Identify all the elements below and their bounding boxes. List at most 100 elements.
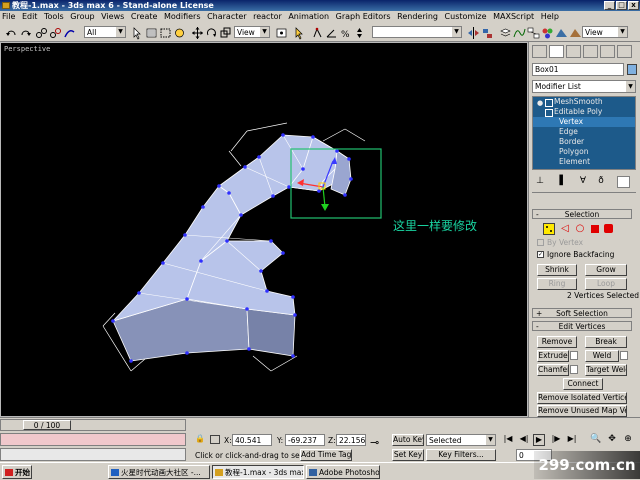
play-icon[interactable]: ▶ xyxy=(533,434,545,446)
stack-item-edge[interactable]: Edge xyxy=(533,127,635,137)
set-key-button[interactable]: Set Key xyxy=(392,449,424,461)
maximize-button[interactable]: □ xyxy=(616,1,627,10)
window-crossing-icon[interactable] xyxy=(172,25,185,39)
pan-icon[interactable]: ✥ xyxy=(606,434,618,446)
menu-customize[interactable]: Customize xyxy=(443,11,489,23)
menu-maxscript[interactable]: MAXScript xyxy=(491,11,536,23)
break-button[interactable]: Break xyxy=(585,336,627,348)
perspective-viewport[interactable]: Perspective 这里一样要修改 xyxy=(0,42,528,417)
menu-views[interactable]: Views xyxy=(99,11,126,23)
menu-animation[interactable]: Animation xyxy=(286,11,331,23)
menu-file[interactable]: File xyxy=(0,11,17,23)
menu-tools[interactable]: Tools xyxy=(42,11,66,23)
align-icon[interactable] xyxy=(480,25,493,39)
snap-toggle-icon[interactable] xyxy=(310,25,323,39)
menu-help[interactable]: Help xyxy=(539,11,561,23)
maxscript-output[interactable] xyxy=(0,448,186,461)
menu-rendering[interactable]: Rendering xyxy=(395,11,440,23)
ring-button[interactable]: Ring xyxy=(537,278,577,290)
soft-selection-rollout[interactable]: + Soft Selection xyxy=(532,308,632,318)
x-coordinate-field[interactable]: 40.541 xyxy=(232,434,272,446)
minimize-button[interactable]: _ xyxy=(604,1,615,10)
scale-icon[interactable] xyxy=(218,25,231,39)
select-by-name-icon[interactable] xyxy=(144,25,157,39)
render-type-dropdown[interactable]: View ▼ xyxy=(582,26,628,38)
show-end-result-icon[interactable]: ▌ xyxy=(557,176,569,188)
select-object-icon[interactable] xyxy=(130,25,143,40)
mirror-icon[interactable] xyxy=(466,25,479,39)
object-color-swatch[interactable] xyxy=(627,64,637,75)
motion-tab-icon[interactable] xyxy=(583,45,598,58)
unlink-icon[interactable] xyxy=(48,25,61,39)
pivot-center-icon[interactable] xyxy=(274,25,287,39)
remove-button[interactable]: Remove xyxy=(537,336,577,348)
remove-isolated-vertices-button[interactable]: Remove Isolated Vertices xyxy=(537,392,627,404)
edge-mode-icon[interactable]: ◁ xyxy=(559,223,571,235)
angle-snap-icon[interactable] xyxy=(324,25,337,39)
target-weld-button[interactable]: Target Weld xyxy=(585,364,627,376)
grow-button[interactable]: Grow xyxy=(585,264,627,276)
expand-icon[interactable] xyxy=(545,99,553,107)
utilities-tab-icon[interactable] xyxy=(617,45,632,58)
layer-manager-icon[interactable] xyxy=(498,25,511,39)
select-link-icon[interactable] xyxy=(34,25,47,39)
make-unique-icon[interactable]: ∀ xyxy=(577,176,589,188)
stack-item-border[interactable]: Border xyxy=(533,137,635,147)
key-mode-dropdown[interactable]: Selected ▼ xyxy=(426,434,496,446)
by-vertex-checkbox[interactable] xyxy=(537,239,544,246)
redo-icon[interactable] xyxy=(18,25,31,39)
region-select-icon[interactable] xyxy=(158,25,171,39)
maxscript-listener[interactable] xyxy=(0,433,186,446)
stack-item-polygon[interactable]: Polygon xyxy=(533,147,635,157)
go-to-start-icon[interactable]: |◀ xyxy=(502,434,514,446)
hierarchy-tab-icon[interactable] xyxy=(566,45,581,58)
configure-modifier-sets-icon[interactable] xyxy=(617,176,630,188)
task-photoshop[interactable]: Adobe Photoshop xyxy=(306,465,380,479)
remove-unused-map-verts-button[interactable]: Remove Unused Map Verts xyxy=(537,405,627,417)
loop-button[interactable]: Loop xyxy=(585,278,627,290)
spinner-snap-icon[interactable] xyxy=(352,25,365,39)
menu-group[interactable]: Group xyxy=(68,11,96,23)
polygon-mode-icon[interactable] xyxy=(591,225,599,233)
start-button[interactable]: 开始 xyxy=(2,465,32,479)
menu-edit[interactable]: Edit xyxy=(20,11,40,23)
bind-spacewarp-icon[interactable] xyxy=(62,25,75,39)
menu-character[interactable]: Character xyxy=(205,11,249,23)
percent-snap-icon[interactable]: % xyxy=(338,25,351,40)
curve-editor-icon[interactable] xyxy=(512,25,526,39)
menu-modifiers[interactable]: Modifiers xyxy=(162,11,203,23)
remove-modifier-icon[interactable]: ð xyxy=(595,176,607,188)
stack-item-editable-poly[interactable]: Editable Poly xyxy=(533,107,635,117)
weld-button[interactable]: Weld xyxy=(585,350,619,362)
modify-tab-icon[interactable] xyxy=(549,45,564,58)
z-coordinate-field[interactable]: 22.156 xyxy=(336,434,366,446)
display-tab-icon[interactable] xyxy=(600,45,615,58)
absolute-mode-icon[interactable] xyxy=(210,435,220,444)
object-name-field[interactable]: Box01 xyxy=(532,63,624,76)
menu-create[interactable]: Create xyxy=(129,11,160,23)
schematic-view-icon[interactable] xyxy=(526,25,540,39)
vertex-mode-icon[interactable] xyxy=(543,223,555,235)
go-to-end-icon[interactable]: ▶| xyxy=(566,434,578,446)
modifier-list-dropdown[interactable]: Modifier List ▼ xyxy=(532,80,636,93)
time-slider[interactable]: 0 / 100 xyxy=(0,419,186,431)
reference-coordinate-dropdown[interactable]: View ▼ xyxy=(234,26,270,38)
material-editor-icon[interactable] xyxy=(540,25,553,39)
task-3dsmax[interactable]: 教程-1.max - 3ds max 6 ... xyxy=(212,465,304,479)
auto-key-button[interactable]: Auto Key xyxy=(392,434,424,446)
time-slider-thumb[interactable]: 0 / 100 xyxy=(23,420,71,430)
rotate-icon[interactable] xyxy=(204,25,217,39)
undo-icon[interactable] xyxy=(4,25,17,39)
border-mode-icon[interactable]: ○ xyxy=(574,223,586,235)
zoom-icon[interactable]: 🔍 xyxy=(590,434,602,446)
pin-stack-icon[interactable]: ⊥ xyxy=(534,176,546,188)
chamfer-settings-button[interactable] xyxy=(570,365,578,374)
selection-filter-dropdown[interactable]: All ▼ xyxy=(84,26,126,38)
next-frame-icon[interactable]: |▶ xyxy=(550,434,562,446)
stack-item-vertex[interactable]: Vertex xyxy=(533,117,635,127)
key-filters-button[interactable]: Key Filters... xyxy=(426,449,496,461)
close-button[interactable]: x xyxy=(628,1,639,10)
previous-frame-icon[interactable]: ◀| xyxy=(518,434,530,446)
weld-settings-button[interactable] xyxy=(620,351,628,360)
connect-button[interactable]: Connect xyxy=(563,378,603,390)
